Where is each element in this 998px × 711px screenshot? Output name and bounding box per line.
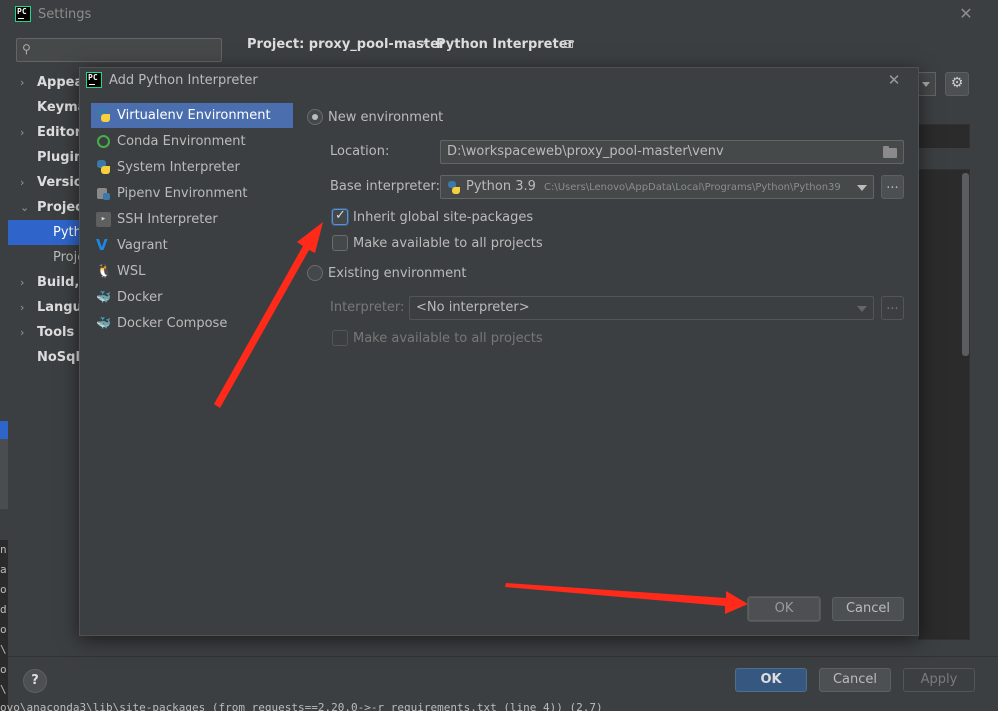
help-icon[interactable]: ?	[23, 669, 47, 693]
interpreter-type-label: Conda Environment	[117, 134, 246, 149]
chevron-icon: ›	[20, 276, 25, 289]
interpreter-type-item[interactable]: V Vagrant	[91, 233, 293, 258]
interpreter-type-item[interactable]: 🐧 WSL	[91, 259, 293, 284]
project-scope-icon	[564, 40, 573, 48]
base-interpreter-browse-button[interactable]: ...	[881, 175, 904, 199]
pycharm-logo-icon: PC	[15, 6, 31, 22]
new-environment-label: New environment	[328, 110, 444, 125]
settings-close-icon[interactable]: ✕	[956, 4, 976, 24]
interpreter-type-label: Vagrant	[117, 238, 168, 253]
settings-nav-label: Tools	[37, 325, 75, 340]
pipenv-icon	[96, 186, 111, 201]
existing-interpreter-browse-button[interactable]: ...	[881, 296, 904, 320]
docker-compose-icon: 🐳	[96, 316, 111, 330]
console-letter: \	[0, 683, 7, 696]
breadcrumb-page-title: Python Interpreter	[436, 37, 574, 52]
existing-environment-radio[interactable]	[307, 265, 323, 281]
chevron-icon: ›	[20, 176, 25, 189]
interpreter-type-item[interactable]: ▸ SSH Interpreter	[91, 207, 293, 232]
base-interpreter-label: Base interpreter:	[330, 179, 440, 194]
make-available-checkbox[interactable]	[332, 235, 348, 251]
python-interpreter-dropdown[interactable]	[918, 72, 936, 96]
python-icon	[96, 160, 111, 175]
chevron-down-icon	[857, 306, 867, 312]
settings-apply-button[interactable]: Apply	[903, 668, 975, 692]
console-letter: n	[0, 543, 7, 556]
interpreter-type-label: WSL	[117, 264, 146, 279]
wsl-icon: 🐧	[96, 264, 113, 279]
settings-nav-label: Plugin	[37, 150, 84, 165]
interpreter-label: Interpreter:	[330, 300, 405, 315]
chevron-icon: ›	[20, 301, 25, 314]
folder-icon[interactable]	[883, 146, 897, 158]
console-letter: o	[0, 583, 7, 596]
interpreter-type-item[interactable]: 🐳 Docker	[91, 285, 293, 310]
settings-titlebar	[0, 0, 998, 30]
existing-make-available-label: Make available to all projects	[353, 331, 543, 346]
base-interpreter-path: C:\Users\Lenovo\AppData\Local\Programs\P…	[544, 182, 841, 193]
base-interpreter-name: Python 3.9	[466, 179, 536, 194]
console-letter: \	[0, 643, 7, 656]
interpreter-type-item[interactable]: Conda Environment	[91, 129, 293, 154]
console-letter: a	[0, 563, 7, 576]
settings-ok-button[interactable]: OK	[735, 668, 807, 692]
search-icon: ⚲	[22, 42, 31, 56]
interpreter-type-label: Virtualenv Environment	[117, 108, 271, 123]
interpreter-type-label: Docker	[117, 290, 163, 305]
interpreter-type-item[interactable]: System Interpreter	[91, 155, 293, 180]
interpreter-type-item[interactable]: 🐳 Docker Compose	[91, 311, 293, 336]
python-icon	[96, 108, 111, 123]
chevron-icon: ⌄	[20, 201, 30, 214]
location-value: D:\workspaceweb\proxy_pool-master\venv	[447, 144, 724, 159]
ssh-icon: ▸	[96, 212, 111, 227]
dialog-ok-button[interactable]: OK	[748, 597, 820, 621]
inherit-site-packages-label: Inherit global site-packages	[353, 210, 534, 225]
location-input[interactable]: D:\workspaceweb\proxy_pool-master\venv	[440, 140, 904, 164]
breadcrumb-project: Project: proxy_pool-master	[247, 37, 446, 52]
package-table-header	[918, 148, 970, 170]
interpreter-type-label: Docker Compose	[117, 316, 228, 331]
console-letter: o	[0, 623, 7, 636]
background-panel-strip	[0, 439, 8, 509]
dialog-cancel-button[interactable]: Cancel	[832, 597, 904, 621]
location-label: Location:	[330, 144, 390, 159]
gear-icon[interactable]: ⚙	[945, 72, 969, 96]
settings-nav-label: Versio	[37, 175, 83, 190]
interpreter-type-label: System Interpreter	[117, 160, 240, 175]
settings-window-title: Settings	[38, 7, 92, 22]
base-interpreter-dropdown[interactable]: Python 3.9 C:\Users\Lenovo\AppData\Local…	[440, 175, 874, 199]
pycharm-logo-icon: PC	[86, 72, 102, 88]
settings-cancel-button[interactable]: Cancel	[819, 668, 891, 692]
settings-nav-label: NoSql	[37, 350, 80, 365]
chevron-icon: ›	[20, 326, 25, 339]
existing-interpreter-value: <No interpreter>	[416, 300, 530, 315]
dialog-close-icon[interactable]: ✕	[884, 70, 904, 90]
breadcrumb-separator: ›	[421, 36, 427, 51]
conda-icon	[97, 135, 110, 148]
interpreter-type-label: Pipenv Environment	[117, 186, 248, 201]
console-letter: d	[0, 603, 7, 616]
settings-search-input[interactable]: ⚲	[16, 38, 222, 62]
existing-environment-label: Existing environment	[328, 266, 467, 281]
existing-make-available-checkbox[interactable]	[332, 330, 348, 346]
vagrant-icon: V	[96, 236, 108, 254]
docker-icon: 🐳	[96, 290, 111, 304]
interpreter-type-item[interactable]: Virtualenv Environment	[91, 103, 293, 128]
console-letter: o	[0, 663, 7, 676]
package-table-scrollbar[interactable]	[962, 173, 969, 356]
python-icon	[447, 181, 461, 195]
chevron-down-icon	[857, 185, 867, 191]
new-environment-radio[interactable]	[307, 109, 323, 125]
chevron-icon: ›	[20, 76, 25, 89]
existing-interpreter-dropdown[interactable]: <No interpreter>	[409, 296, 874, 320]
inherit-site-packages-checkbox[interactable]	[332, 208, 348, 225]
dialog-title: Add Python Interpreter	[109, 73, 258, 88]
interpreter-type-label: SSH Interpreter	[117, 212, 218, 227]
make-available-label: Make available to all projects	[353, 236, 543, 251]
background-selection-strip	[0, 421, 8, 439]
console-output-line: ovo\anaconda3\lib\site-packages (from re…	[0, 702, 603, 711]
chevron-icon: ›	[20, 126, 25, 139]
interpreter-type-item[interactable]: Pipenv Environment	[91, 181, 293, 206]
settings-nav-label: Editor	[37, 125, 82, 140]
